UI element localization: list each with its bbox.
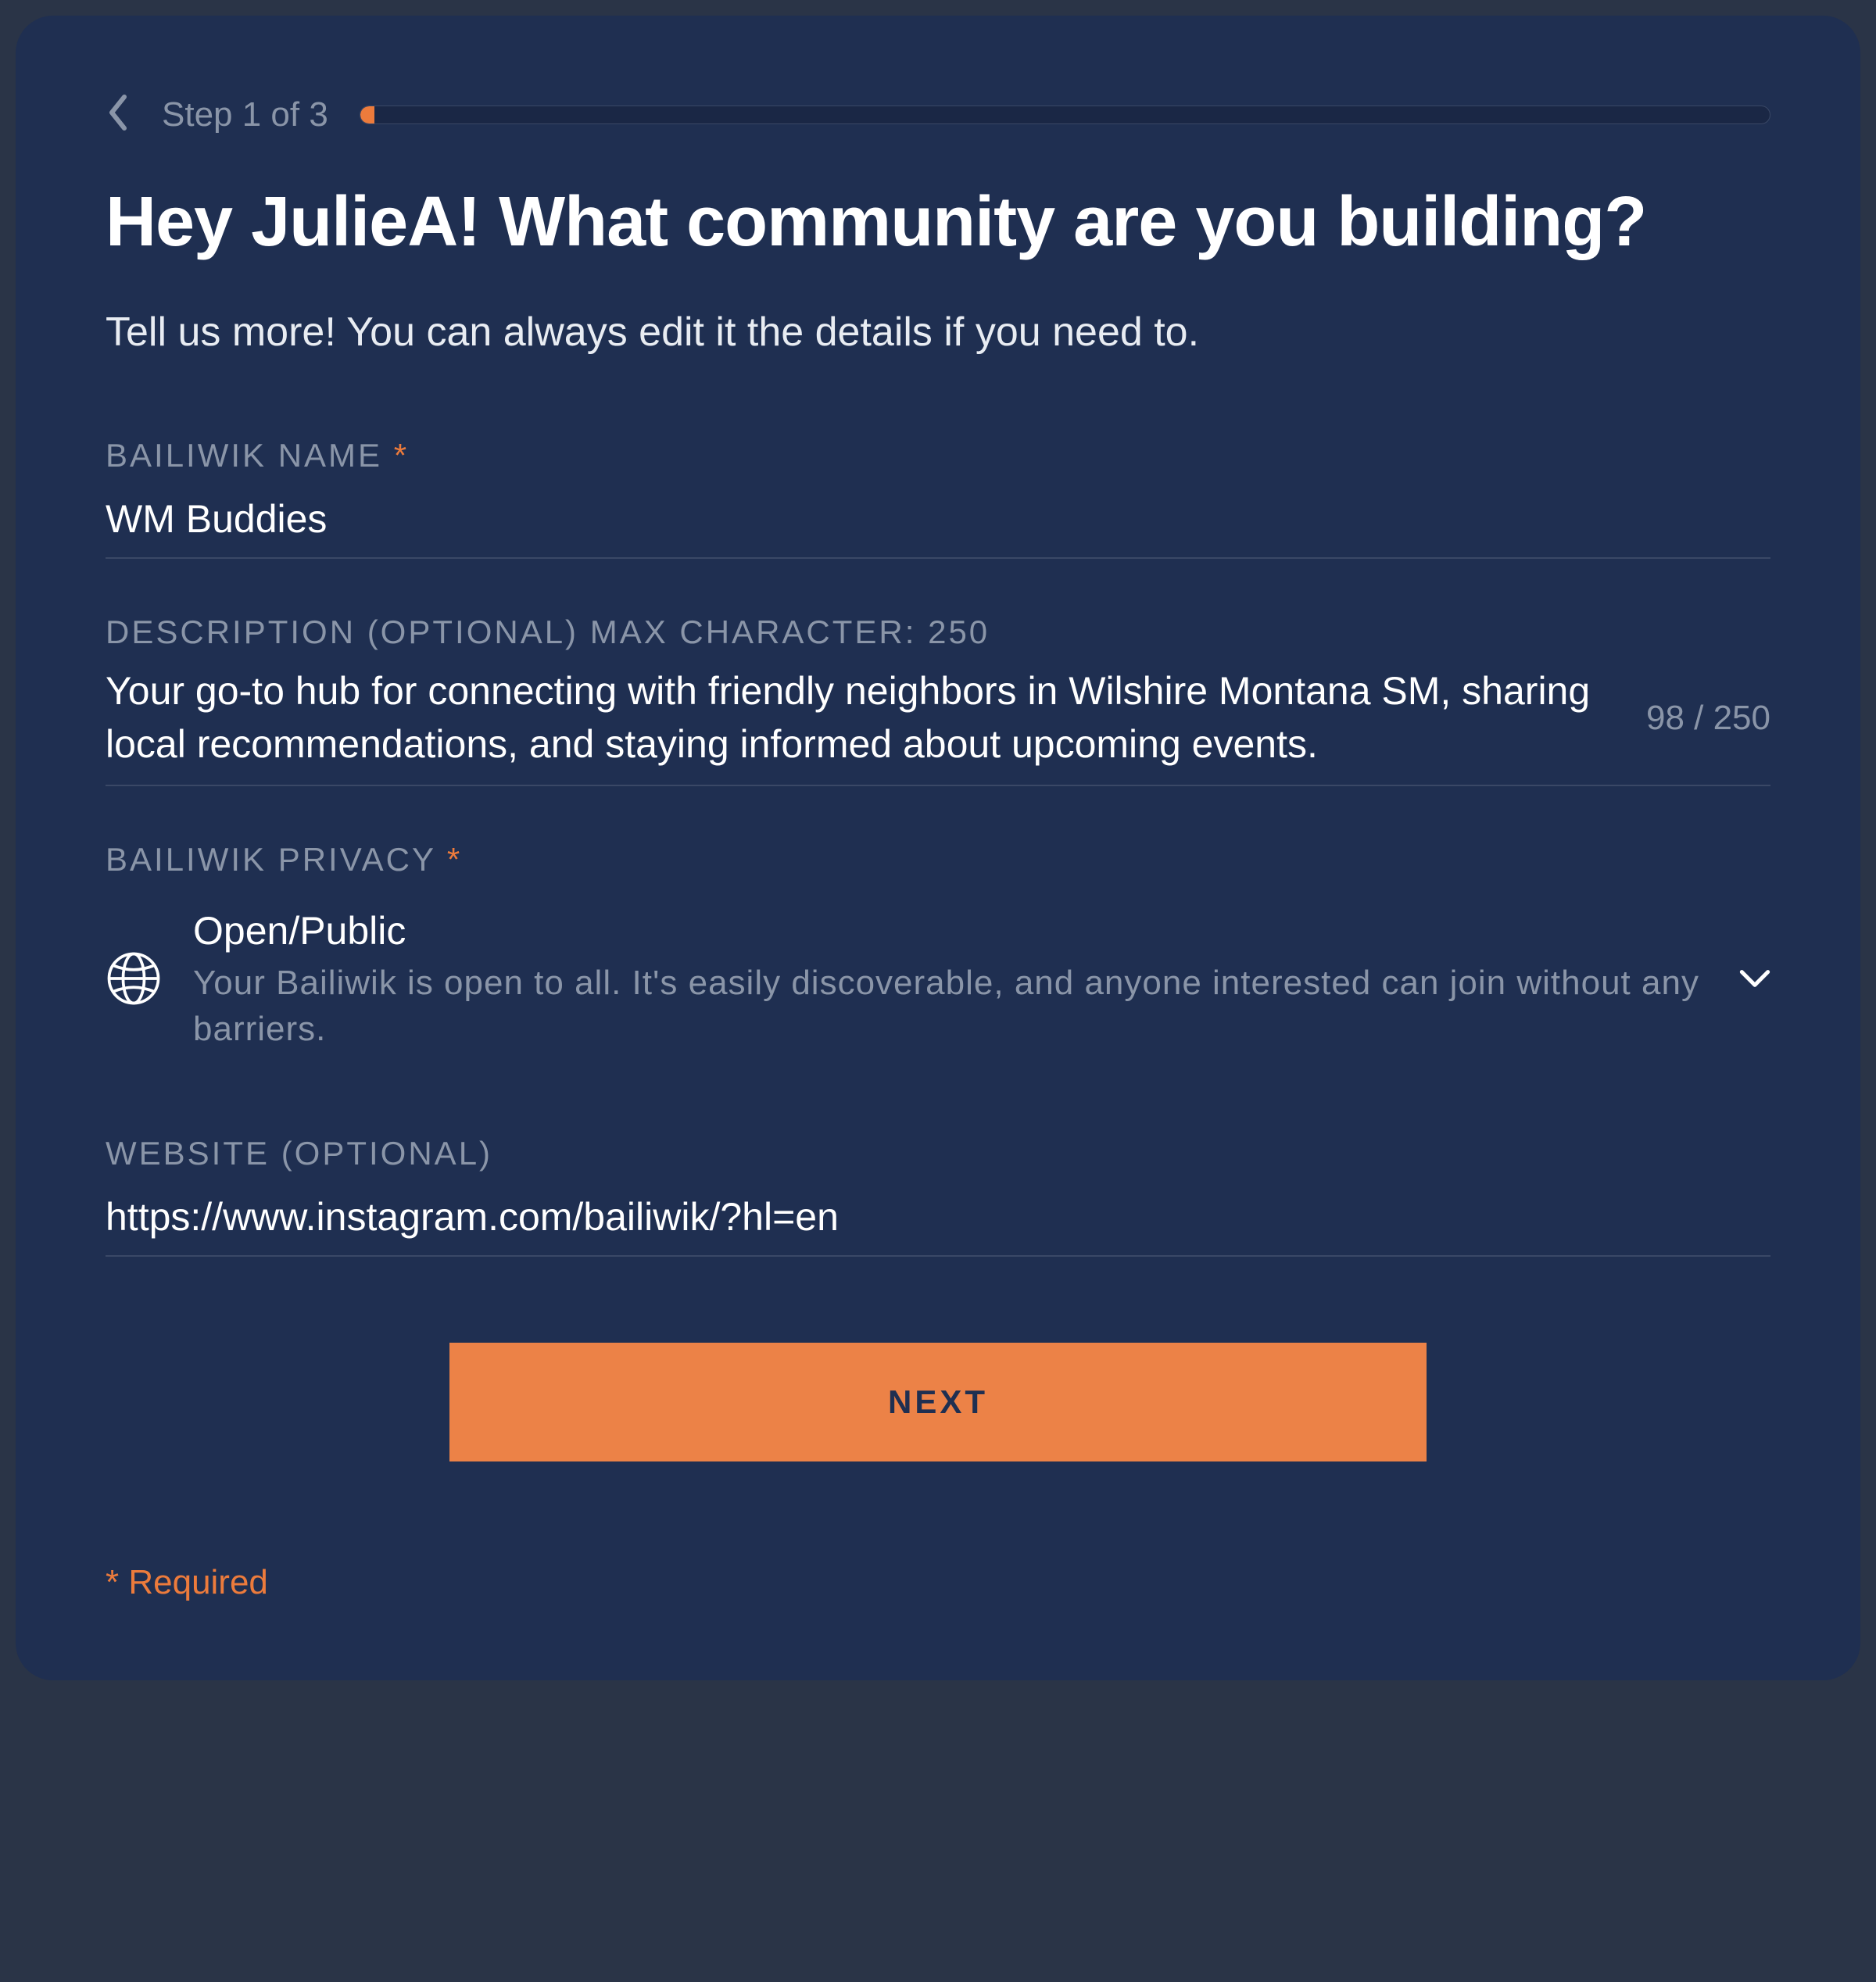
step-label: Step 1 of 3: [162, 95, 328, 134]
progress-fill: [360, 106, 374, 123]
privacy-selector[interactable]: Open/Public Your Bailiwik is open to all…: [106, 893, 1770, 1080]
char-counter: 98 / 250: [1646, 699, 1770, 738]
form-group-website: WEBSITE (OPTIONAL): [106, 1135, 1770, 1257]
description-input[interactable]: Your go-to hub for connecting with frien…: [106, 665, 1615, 771]
name-label: BAILIWIK NAME *: [106, 437, 1770, 474]
website-input[interactable]: [106, 1186, 1770, 1257]
globe-icon: [106, 950, 162, 1011]
page-subtitle: Tell us more! You can always edit it the…: [106, 306, 1770, 360]
website-label: WEBSITE (OPTIONAL): [106, 1135, 1770, 1172]
required-star: *: [394, 437, 409, 474]
required-note: * Required: [106, 1563, 1770, 1602]
privacy-selected-desc: Your Bailiwik is open to all. It's easil…: [193, 960, 1708, 1053]
privacy-label: BAILIWIK PRIVACY *: [106, 841, 1770, 878]
form-group-description: DESCRIPTION (OPTIONAL) MAX CHARACTER: 25…: [106, 614, 1770, 786]
form-group-name: BAILIWIK NAME *: [106, 437, 1770, 559]
form-group-privacy: BAILIWIK PRIVACY * Open/Public Your Bail…: [106, 841, 1770, 1080]
description-label: DESCRIPTION (OPTIONAL) MAX CHARACTER: 25…: [106, 614, 1770, 651]
back-button[interactable]: [106, 94, 131, 135]
required-star: *: [447, 841, 462, 878]
chevron-left-icon: [106, 121, 131, 134]
chevron-down-icon: [1739, 968, 1770, 993]
progress-bar: [360, 106, 1770, 124]
name-input[interactable]: [106, 488, 1770, 559]
wizard-card: Step 1 of 3 Hey JulieA! What community a…: [16, 16, 1860, 1680]
top-bar: Step 1 of 3: [106, 94, 1770, 135]
page-title: Hey JulieA! What community are you build…: [106, 182, 1770, 263]
next-button[interactable]: NEXT: [449, 1343, 1427, 1461]
description-row: Your go-to hub for connecting with frien…: [106, 665, 1770, 786]
privacy-content: Open/Public Your Bailiwik is open to all…: [193, 908, 1708, 1053]
privacy-selected-title: Open/Public: [193, 908, 1708, 953]
